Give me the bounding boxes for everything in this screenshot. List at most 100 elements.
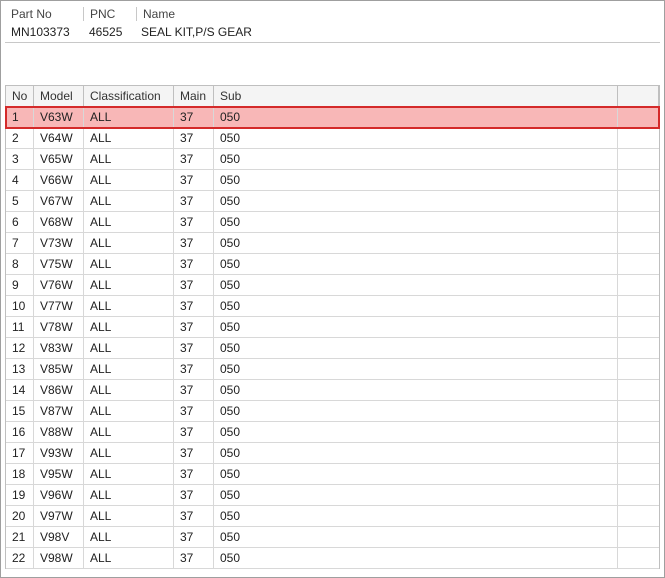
cell-sub: 050 <box>214 359 618 379</box>
cell-no: 8 <box>6 254 34 274</box>
cell-classification: ALL <box>84 527 174 547</box>
cell-model: V86W <box>34 380 84 400</box>
cell-spacer <box>618 254 659 274</box>
cell-sub: 050 <box>214 443 618 463</box>
header-name: Name <box>137 7 660 21</box>
cell-no: 5 <box>6 191 34 211</box>
cell-model: V77W <box>34 296 84 316</box>
cell-main: 37 <box>174 191 214 211</box>
cell-model: V66W <box>34 170 84 190</box>
cell-main: 37 <box>174 275 214 295</box>
cell-no: 18 <box>6 464 34 484</box>
cell-sub: 050 <box>214 191 618 211</box>
cell-spacer <box>618 317 659 337</box>
cell-main: 37 <box>174 338 214 358</box>
list-row[interactable]: 4V66WALL37050 <box>6 170 659 191</box>
cell-spacer <box>618 275 659 295</box>
list-row[interactable]: 17V93WALL37050 <box>6 443 659 464</box>
list-row[interactable]: 22V98WALL37050 <box>6 548 659 569</box>
cell-no: 11 <box>6 317 34 337</box>
list-row[interactable]: 9V76WALL37050 <box>6 275 659 296</box>
cell-main: 37 <box>174 317 214 337</box>
cell-sub: 050 <box>214 254 618 274</box>
cell-model: V98W <box>34 548 84 568</box>
cell-main: 37 <box>174 296 214 316</box>
header-part-no: Part No <box>5 7 84 21</box>
cell-model: V68W <box>34 212 84 232</box>
list-row[interactable]: 18V95WALL37050 <box>6 464 659 485</box>
list-row[interactable]: 19V96WALL37050 <box>6 485 659 506</box>
cell-main: 37 <box>174 149 214 169</box>
cell-spacer <box>618 233 659 253</box>
cell-no: 19 <box>6 485 34 505</box>
col-header-classification[interactable]: Classification <box>84 86 174 106</box>
cell-classification: ALL <box>84 107 174 127</box>
cell-classification: ALL <box>84 128 174 148</box>
list-row[interactable]: 1V63WALL37050 <box>6 107 659 128</box>
cell-main: 37 <box>174 485 214 505</box>
col-header-sub[interactable]: Sub <box>214 86 618 106</box>
cell-main: 37 <box>174 359 214 379</box>
cell-classification: ALL <box>84 338 174 358</box>
cell-classification: ALL <box>84 380 174 400</box>
cell-classification: ALL <box>84 212 174 232</box>
parts-lookup-panel: Part No PNC Name MN103373 46525 SEAL KIT… <box>0 0 665 578</box>
cell-model: V95W <box>34 464 84 484</box>
cell-spacer <box>618 149 659 169</box>
list-row[interactable]: 8V75WALL37050 <box>6 254 659 275</box>
cell-spacer <box>618 443 659 463</box>
cell-spacer <box>618 548 659 568</box>
col-header-main[interactable]: Main <box>174 86 214 106</box>
applicability-list: No Model Classification Main Sub 1V63WAL… <box>5 85 660 569</box>
list-row[interactable]: 20V97WALL37050 <box>6 506 659 527</box>
col-header-model[interactable]: Model <box>34 86 84 106</box>
cell-spacer <box>618 464 659 484</box>
cell-spacer <box>618 107 659 127</box>
cell-no: 6 <box>6 212 34 232</box>
cell-model: V65W <box>34 149 84 169</box>
cell-no: 21 <box>6 527 34 547</box>
col-header-spacer <box>618 86 659 106</box>
header-pnc: PNC <box>84 7 137 21</box>
cell-sub: 050 <box>214 485 618 505</box>
list-row[interactable]: 16V88WALL37050 <box>6 422 659 443</box>
cell-classification: ALL <box>84 170 174 190</box>
list-row[interactable]: 11V78WALL37050 <box>6 317 659 338</box>
list-row[interactable]: 15V87WALL37050 <box>6 401 659 422</box>
col-header-no[interactable]: No <box>6 86 34 106</box>
cell-main: 37 <box>174 254 214 274</box>
cell-classification: ALL <box>84 422 174 442</box>
list-header-row: No Model Classification Main Sub <box>6 86 659 107</box>
cell-main: 37 <box>174 464 214 484</box>
cell-sub: 050 <box>214 107 618 127</box>
cell-main: 37 <box>174 128 214 148</box>
cell-no: 13 <box>6 359 34 379</box>
cell-sub: 050 <box>214 422 618 442</box>
list-row[interactable]: 2V64WALL37050 <box>6 128 659 149</box>
cell-model: V75W <box>34 254 84 274</box>
list-row[interactable]: 13V85WALL37050 <box>6 359 659 380</box>
cell-spacer <box>618 296 659 316</box>
cell-no: 12 <box>6 338 34 358</box>
cell-sub: 050 <box>214 506 618 526</box>
cell-main: 37 <box>174 401 214 421</box>
list-row[interactable]: 7V73WALL37050 <box>6 233 659 254</box>
list-row[interactable]: 21V98VALL37050 <box>6 527 659 548</box>
cell-spacer <box>618 170 659 190</box>
list-row[interactable]: 14V86WALL37050 <box>6 380 659 401</box>
list-row[interactable]: 3V65WALL37050 <box>6 149 659 170</box>
value-pnc: 46525 <box>83 25 135 39</box>
cell-classification: ALL <box>84 149 174 169</box>
cell-model: V97W <box>34 506 84 526</box>
cell-classification: ALL <box>84 506 174 526</box>
cell-classification: ALL <box>84 464 174 484</box>
part-info-value-row: MN103373 46525 SEAL KIT,P/S GEAR <box>5 23 660 41</box>
list-row[interactable]: 6V68WALL37050 <box>6 212 659 233</box>
cell-model: V83W <box>34 338 84 358</box>
list-row[interactable]: 10V77WALL37050 <box>6 296 659 317</box>
list-row[interactable]: 12V83WALL37050 <box>6 338 659 359</box>
cell-model: V96W <box>34 485 84 505</box>
cell-no: 9 <box>6 275 34 295</box>
list-row[interactable]: 5V67WALL37050 <box>6 191 659 212</box>
cell-classification: ALL <box>84 275 174 295</box>
